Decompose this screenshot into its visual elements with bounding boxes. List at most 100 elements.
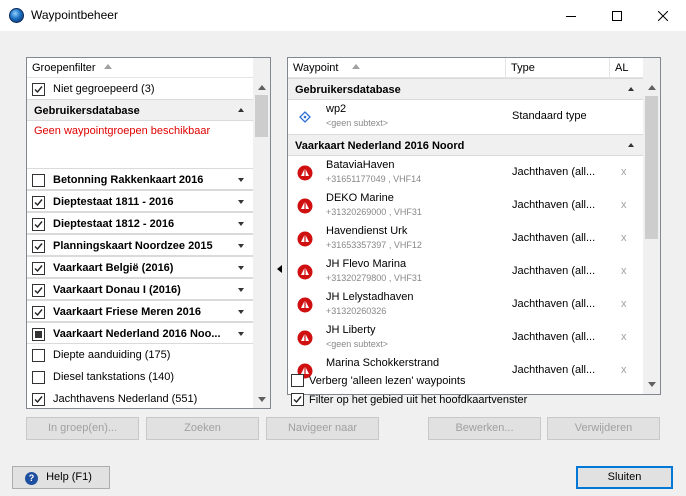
waypoint-group-label: Vaarkaart Nederland 2016 Noord	[295, 140, 465, 152]
expand-icon[interactable]	[238, 288, 244, 292]
group-filter-row[interactable]: Dieptestaat 1811 - 2016	[27, 190, 253, 212]
groups-scroll-thumb[interactable]	[255, 95, 268, 137]
expand-icon[interactable]	[238, 178, 244, 182]
waypoint-name: BataviaHaven	[326, 159, 395, 171]
al-column-header[interactable]: AL	[610, 58, 643, 78]
waypoint-type: Standaard type	[512, 110, 587, 122]
group-filter-checkbox[interactable]	[32, 240, 45, 253]
al-column-label: AL	[615, 62, 629, 74]
waypoint-row[interactable]: wp2 <geen subtext> Standaard type	[288, 100, 643, 133]
collapse-icon[interactable]	[628, 143, 634, 147]
waypoints-scrollbar[interactable]	[643, 58, 660, 394]
minimize-button[interactable]	[548, 0, 594, 31]
waypoint-group-user-database[interactable]: Gebruikersdatabase	[288, 78, 643, 100]
groups-panel: Groepenfilter Niet gegroepeerd (3) Gebru…	[26, 57, 271, 409]
expand-icon[interactable]	[238, 200, 244, 204]
waypoint-name: JH Lelystadhaven	[326, 291, 414, 303]
harbor-icon	[297, 264, 313, 280]
expand-icon[interactable]	[238, 266, 244, 270]
in-group-button[interactable]: In groep(en)...	[26, 417, 139, 440]
waypoint-column-header[interactable]: Waypoint	[288, 58, 506, 78]
expand-icon[interactable]	[238, 332, 244, 336]
diamond-waypoint-icon	[297, 109, 313, 125]
scroll-down-icon[interactable]	[648, 382, 656, 387]
waypoint-row[interactable]: DEKO Marine +31320269000 , VHF31 Jachthave…	[288, 189, 643, 222]
collapse-icon[interactable]	[628, 87, 634, 91]
not-grouped-label: Niet gegroepeerd (3)	[53, 83, 155, 95]
maximize-button[interactable]	[594, 0, 640, 31]
help-button[interactable]: ? Help (F1)	[12, 466, 110, 489]
group-filter-row[interactable]: Vaarkaart Nederland 2016 Noo...	[27, 322, 253, 344]
search-button[interactable]: Zoeken	[146, 417, 259, 440]
waypoints-panel: Waypoint Type AL Gebruikersdatabase wp2 <…	[287, 57, 661, 395]
waypoint-row[interactable]: JH Flevo Marina +31320279800 , VHF31 Jacht…	[288, 255, 643, 288]
waypoint-type: Jachthaven (all...	[512, 166, 596, 178]
group-filter-row[interactable]: Vaarkaart België (2016)	[27, 256, 253, 278]
group-filter-checkbox[interactable]	[32, 218, 45, 231]
group-filter-label: Planningskaart Noordzee 2015	[53, 240, 213, 252]
group-filter-label: Vaarkaart Friese Meren 2016	[53, 306, 201, 318]
group-filter-row[interactable]: Dieptestaat 1812 - 2016	[27, 212, 253, 234]
expand-icon[interactable]	[238, 244, 244, 248]
waypoint-subtext: +31320279800 , VHF31	[326, 273, 422, 283]
waypoint-al-flag: x	[621, 232, 627, 244]
waypoint-row[interactable]: JH Lelystadhaven +31320260326 Jachthaven (…	[288, 288, 643, 321]
type-column-header[interactable]: Type	[506, 58, 610, 78]
group-filter-row[interactable]: Betonning Rakkenkaart 2016	[27, 168, 253, 190]
waypoints-scroll-thumb[interactable]	[645, 96, 658, 239]
harbor-icon	[297, 297, 313, 313]
category-filter-row[interactable]: Jachthavens Nederland (551)	[27, 388, 253, 408]
close-window-button[interactable]	[640, 0, 686, 31]
group-filter-checkbox[interactable]	[32, 306, 45, 319]
scroll-down-icon[interactable]	[258, 397, 266, 402]
group-filter-checkbox[interactable]	[32, 174, 45, 187]
waypoint-subtext: +31320269000 , VHF31	[326, 207, 422, 217]
scroll-up-icon[interactable]	[648, 85, 656, 90]
close-button[interactable]: Sluiten	[576, 466, 673, 489]
expand-icon[interactable]	[238, 222, 244, 226]
splitter-collapse-icon[interactable]	[275, 265, 284, 273]
hide-readonly-checkbox[interactable]	[291, 374, 304, 387]
group-filter-row[interactable]: Vaarkaart Friese Meren 2016	[27, 300, 253, 322]
waypoint-type: Jachthaven (all...	[512, 199, 596, 211]
group-filter-label: Betonning Rakkenkaart 2016	[53, 174, 204, 186]
group-filter-checkbox[interactable]	[32, 196, 45, 209]
not-grouped-row[interactable]: Niet gegroepeerd (3)	[27, 78, 253, 100]
not-grouped-checkbox[interactable]	[32, 83, 45, 96]
edit-button[interactable]: Bewerken...	[428, 417, 541, 440]
group-filter-checkbox[interactable]	[32, 328, 45, 341]
harbor-icon	[297, 165, 313, 181]
collapse-icon[interactable]	[238, 108, 244, 112]
groups-column-header[interactable]: Groepenfilter	[27, 58, 253, 78]
expand-icon[interactable]	[238, 310, 244, 314]
filter-area-checkbox[interactable]	[291, 393, 304, 406]
navigate-button[interactable]: Navigeer naar	[266, 417, 379, 440]
group-filter-row[interactable]: Planningskaart Noordzee 2015	[27, 234, 253, 256]
window-title: Waypointbeheer	[31, 8, 118, 22]
waypoint-row[interactable]: JH Liberty <geen subtext> Jachthaven (all.…	[288, 321, 643, 354]
waypoint-al-flag: x	[621, 166, 627, 178]
scroll-up-icon[interactable]	[258, 85, 266, 90]
waypoint-al-flag: x	[621, 298, 627, 310]
filter-area-label: Filter op het gebied uit het hoofdkaartv…	[309, 394, 528, 406]
sort-ascending-icon	[103, 64, 112, 69]
group-filter-checkbox[interactable]	[32, 393, 45, 406]
group-filter-checkbox[interactable]	[32, 349, 45, 362]
category-filter-row[interactable]: Diepte aanduiding (175)	[27, 344, 253, 366]
group-filter-row[interactable]: Vaarkaart Donau I (2016)	[27, 278, 253, 300]
hide-readonly-label: Verberg 'alleen lezen' waypoints	[309, 375, 466, 387]
waypoint-name: JH Flevo Marina	[326, 258, 407, 270]
groups-scrollbar[interactable]	[253, 58, 270, 408]
category-filter-row[interactable]: Diesel tankstations (140)	[27, 366, 253, 388]
group-filter-checkbox[interactable]	[32, 284, 45, 297]
waypoint-row[interactable]: Havendienst Urk +31653357397 , VHF12 Jacht…	[288, 222, 643, 255]
close-icon	[658, 10, 668, 21]
group-filter-label: Diesel tankstations (140)	[53, 371, 175, 383]
user-database-group[interactable]: Gebruikersdatabase	[27, 99, 253, 121]
waypoint-group-vaarkaart-noord[interactable]: Vaarkaart Nederland 2016 Noord	[288, 134, 643, 156]
group-filter-checkbox[interactable]	[32, 371, 45, 384]
delete-button[interactable]: Verwijderen	[547, 417, 660, 440]
waypoint-row[interactable]: BataviaHaven +31651177049 , VHF14 Jachthav…	[288, 156, 643, 189]
group-filter-checkbox[interactable]	[32, 262, 45, 275]
waypoint-name: Marina Schokkerstrand	[326, 357, 440, 369]
